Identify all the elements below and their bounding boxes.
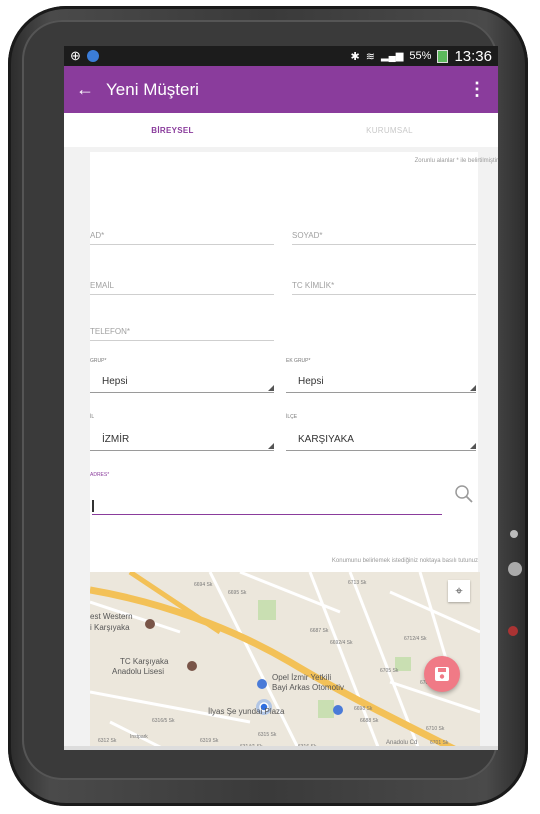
il-value: İZMİR	[102, 434, 130, 445]
map-label-street: 6695 Sk	[228, 590, 247, 596]
dropdown-triangle-icon	[268, 385, 274, 391]
customer-form: Zorunlu alanlar * ile belirtilmiştir AD*…	[90, 152, 498, 750]
my-location-button[interactable]: ⌖	[448, 580, 470, 602]
map-label-dealer1: Opel İzmir Yetkili	[272, 673, 331, 682]
map-label-school2: Anadolu Lisesi	[112, 667, 164, 676]
location-map[interactable]: est Western i Karşıyaka TC Karşıyaka Ana…	[90, 572, 480, 750]
map-instruction: Konumunu belirlemek istediğiniz noktaya …	[331, 558, 478, 564]
status-bar: ⊕ ✱ ≋ ▂▄▆ 55% 13:36	[64, 46, 498, 66]
arrow-left-icon[interactable]: ←	[76, 79, 106, 100]
page-title: Yeni Müşteri	[106, 79, 199, 99]
map-label-hotel: est Western	[90, 612, 133, 621]
map-label-hotel2: i Karşıyaka	[90, 623, 130, 632]
park-area	[258, 600, 276, 620]
map-label-street: Instpark	[130, 734, 148, 740]
clock: 13:36	[454, 47, 492, 65]
map-label-street: 6316/5 Sk	[152, 718, 175, 724]
more-vert-icon[interactable]: ⋮	[468, 79, 486, 100]
hardware-button-red	[508, 626, 518, 636]
battery-percent: 55%	[409, 50, 432, 62]
ilce-label: İLÇE	[286, 414, 298, 420]
email-field[interactable]: EMAİL	[90, 276, 274, 295]
hardware-button-small	[510, 530, 518, 538]
text-cursor	[92, 500, 94, 512]
email-placeholder: EMAİL	[90, 281, 115, 290]
screen-bottom-shadow	[64, 746, 498, 750]
map-label-street: 6692/4 Sk	[330, 640, 353, 646]
gps-icon: ⊕	[70, 48, 81, 63]
ad-placeholder: AD*	[90, 231, 105, 240]
signal-icon: ▂▄▆	[380, 50, 404, 62]
map-label-street: 6698 Sk	[354, 706, 373, 712]
tab-bar: BİREYSEL KURUMSAL	[64, 113, 498, 147]
map-label-street: 6688 Sk	[360, 718, 379, 724]
il-label: İL	[90, 414, 95, 420]
ek-grup-value: Hepsi	[298, 376, 324, 387]
tc-kimlik-field[interactable]: TC KİMLİK*	[292, 276, 476, 295]
ek-grup-select[interactable]: Hepsi	[286, 372, 476, 393]
map-label-street: 6710 Sk	[426, 726, 445, 732]
save-icon	[435, 667, 449, 681]
save-button[interactable]	[424, 656, 460, 692]
wifi-icon: ≋	[365, 50, 375, 63]
my-location-icon: ⌖	[455, 583, 463, 598]
map-label-dealer2: Bayi Arkas Otomotiv	[272, 683, 344, 692]
map-label-street: 6713 Sk	[348, 580, 367, 586]
map-label-street: 6315 Sk	[258, 732, 277, 738]
app-bar: ← Yeni Müşteri ⋮	[64, 66, 498, 113]
map-label-street: 6319 Sk	[200, 738, 219, 744]
device-screen: ⊕ ✱ ≋ ▂▄▆ 55% 13:36 ← Yeni Müşteri ⋮ BİR…	[64, 46, 498, 750]
map-canvas: est Western i Karşıyaka TC Karşıyaka Ana…	[90, 572, 480, 750]
map-label-street: 6687 Sk	[310, 628, 329, 634]
ilce-value: KARŞIYAKA	[298, 434, 354, 445]
required-fields-note: Zorunlu alanlar * ile belirtilmiştir	[414, 158, 498, 164]
tab-kurumsal[interactable]: KURUMSAL	[281, 113, 498, 147]
bluetooth-icon: ✱	[350, 50, 360, 63]
park-area	[318, 700, 334, 718]
map-label-plaza: İlyas Şe yundai Plaza	[208, 707, 285, 716]
grup-label: GRUP*	[90, 358, 107, 364]
dropdown-triangle-icon	[268, 443, 274, 449]
il-select[interactable]: İZMİR	[90, 430, 274, 451]
grup-value: Hepsi	[102, 376, 128, 387]
battery-icon	[437, 49, 449, 63]
map-label-street: 6712/4 Sk	[404, 636, 427, 642]
tc-kimlik-placeholder: TC KİMLİK*	[292, 281, 335, 290]
app-notification-icon	[86, 50, 99, 62]
map-label-street: 6694 Sk	[194, 582, 213, 588]
dropdown-triangle-icon	[470, 443, 476, 449]
ilce-select[interactable]: KARŞIYAKA	[286, 430, 476, 451]
ad-field[interactable]: AD*	[90, 226, 274, 245]
map-label-street: 6705 Sk	[380, 668, 399, 674]
adres-label: ADRES*	[90, 472, 110, 478]
telefon-field[interactable]: TELEFON*	[90, 322, 274, 341]
soyad-placeholder: SOYAD*	[292, 231, 323, 240]
grup-select[interactable]: Hepsi	[90, 372, 274, 393]
search-icon[interactable]	[454, 484, 474, 504]
hardware-button-round	[508, 562, 522, 576]
dropdown-triangle-icon	[470, 385, 476, 391]
telefon-placeholder: TELEFON*	[90, 327, 131, 336]
map-label-school1: TC Karşıyaka	[120, 657, 169, 666]
map-label-street: 6312 Sk	[98, 738, 117, 744]
soyad-field[interactable]: SOYAD*	[292, 226, 476, 245]
tab-bireysel[interactable]: BİREYSEL	[64, 113, 281, 147]
adres-input[interactable]	[92, 494, 442, 515]
ek-grup-label: EK GRUP*	[286, 358, 311, 364]
